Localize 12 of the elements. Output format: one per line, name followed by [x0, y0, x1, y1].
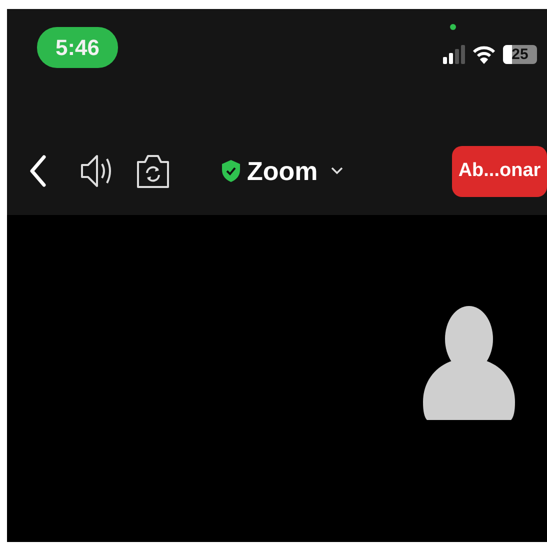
recording-indicator-icon	[450, 24, 456, 30]
signal-icon	[443, 45, 465, 64]
avatar-icon	[423, 306, 515, 420]
meeting-title-dropdown[interactable]: Zoom	[222, 156, 343, 186]
status-time: 5:46	[37, 27, 118, 68]
wifi-icon	[473, 45, 495, 64]
speaker-icon[interactable]	[80, 153, 114, 189]
battery-icon: 25	[503, 45, 537, 64]
camera-switch-icon[interactable]	[136, 153, 170, 189]
back-icon[interactable]	[29, 155, 47, 187]
leave-button[interactable]: Ab...onar	[452, 146, 547, 196]
chevron-down-icon	[330, 167, 343, 175]
